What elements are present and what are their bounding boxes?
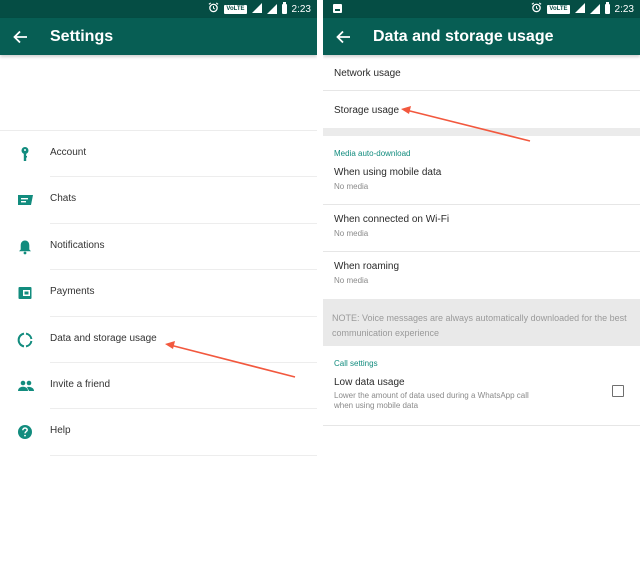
settings-item-help[interactable]: Help xyxy=(0,409,317,456)
settings-item-label: Help xyxy=(50,425,71,437)
settings-item-label: Notifications xyxy=(50,239,105,251)
item-label: When connected on Wi-Fi xyxy=(334,214,450,225)
settings-item-label: Payments xyxy=(50,286,95,298)
profile-area[interactable] xyxy=(0,55,317,130)
auto-download-roaming[interactable]: When roaming No media xyxy=(323,252,640,299)
bell-icon xyxy=(17,239,33,255)
item-value: No media xyxy=(334,276,369,285)
item-label: Network usage xyxy=(334,68,401,79)
settings-item-label: Data and storage usage xyxy=(50,332,157,344)
item-label: Low data usage xyxy=(334,377,405,388)
voice-message-note: NOTE: Voice messages are always automati… xyxy=(323,299,640,346)
help-icon xyxy=(17,424,33,440)
status-icons: VoLTE 2:23 xyxy=(208,2,311,16)
network-usage-item[interactable]: Network usage xyxy=(323,55,640,91)
data-usage-icon xyxy=(17,332,33,348)
signal-icon xyxy=(589,4,600,14)
divider xyxy=(50,454,317,456)
settings-screen: VoLTE 2:23 Settings Account Chats Notifi… xyxy=(0,0,317,564)
item-label: Storage usage xyxy=(334,105,400,116)
item-value: No media xyxy=(334,229,369,238)
status-bar: VoLTE 2:23 xyxy=(0,0,317,18)
4g-signal-icon xyxy=(574,3,585,15)
status-time: 2:23 xyxy=(291,3,311,15)
section-header-call: Call settings xyxy=(323,346,640,368)
settings-item-payments[interactable]: Payments xyxy=(0,270,317,317)
signal-icon xyxy=(266,4,277,14)
volte-icon: VoLTE xyxy=(224,4,247,14)
volte-icon: VoLTE xyxy=(547,4,570,14)
settings-item-label: Invite a friend xyxy=(50,378,111,390)
status-bar: VoLTE 2:23 xyxy=(323,0,640,18)
toolbar: Settings xyxy=(0,18,317,55)
arrow-back-icon[interactable] xyxy=(12,26,28,49)
section-separator xyxy=(323,128,640,136)
page-title: Settings xyxy=(50,28,114,45)
alarm-icon xyxy=(208,2,219,16)
settings-item-notifications[interactable]: Notifications xyxy=(0,224,317,271)
auto-download-mobile-data[interactable]: When using mobile data No media xyxy=(323,158,640,205)
item-label: When roaming xyxy=(334,261,400,272)
battery-icon xyxy=(281,2,287,14)
page-title: Data and storage usage xyxy=(373,28,554,45)
status-icons: VoLTE 2:23 xyxy=(531,2,634,16)
key-icon xyxy=(17,146,33,162)
item-value: No media xyxy=(334,182,369,191)
storage-usage-item[interactable]: Storage usage xyxy=(323,91,640,128)
wallet-icon xyxy=(17,285,33,301)
arrow-back-icon[interactable] xyxy=(335,26,351,49)
settings-item-label: Chats xyxy=(50,193,77,205)
settings-item-invite[interactable]: Invite a friend xyxy=(0,363,317,410)
section-header-media: Media auto-download xyxy=(323,136,640,158)
settings-item-chats[interactable]: Chats xyxy=(0,177,317,224)
chat-icon xyxy=(17,192,33,208)
data-storage-screen: VoLTE 2:23 Data and storage usage Networ… xyxy=(323,0,640,564)
low-data-usage-checkbox[interactable] xyxy=(612,385,624,397)
section-title: Call settings xyxy=(334,359,378,368)
toolbar: Data and storage usage xyxy=(323,18,640,55)
4g-signal-icon xyxy=(251,3,262,15)
item-description: when using mobile data xyxy=(334,401,419,410)
auto-download-wifi[interactable]: When connected on Wi-Fi No media xyxy=(323,205,640,252)
item-description: Lower the amount of data used during a W… xyxy=(334,391,529,400)
low-data-usage-item[interactable]: Low data usage Lower the amount of data … xyxy=(323,368,640,426)
gallery-notification-icon xyxy=(333,4,342,13)
section-title: Media auto-download xyxy=(334,149,411,158)
status-time: 2:23 xyxy=(614,3,634,15)
settings-item-account[interactable]: Account xyxy=(0,131,317,178)
battery-icon xyxy=(604,2,610,14)
people-icon xyxy=(17,378,34,394)
item-label: When using mobile data xyxy=(334,167,442,178)
settings-item-label: Account xyxy=(50,147,87,158)
settings-item-data-storage[interactable]: Data and storage usage xyxy=(0,317,317,363)
alarm-icon xyxy=(531,2,542,16)
